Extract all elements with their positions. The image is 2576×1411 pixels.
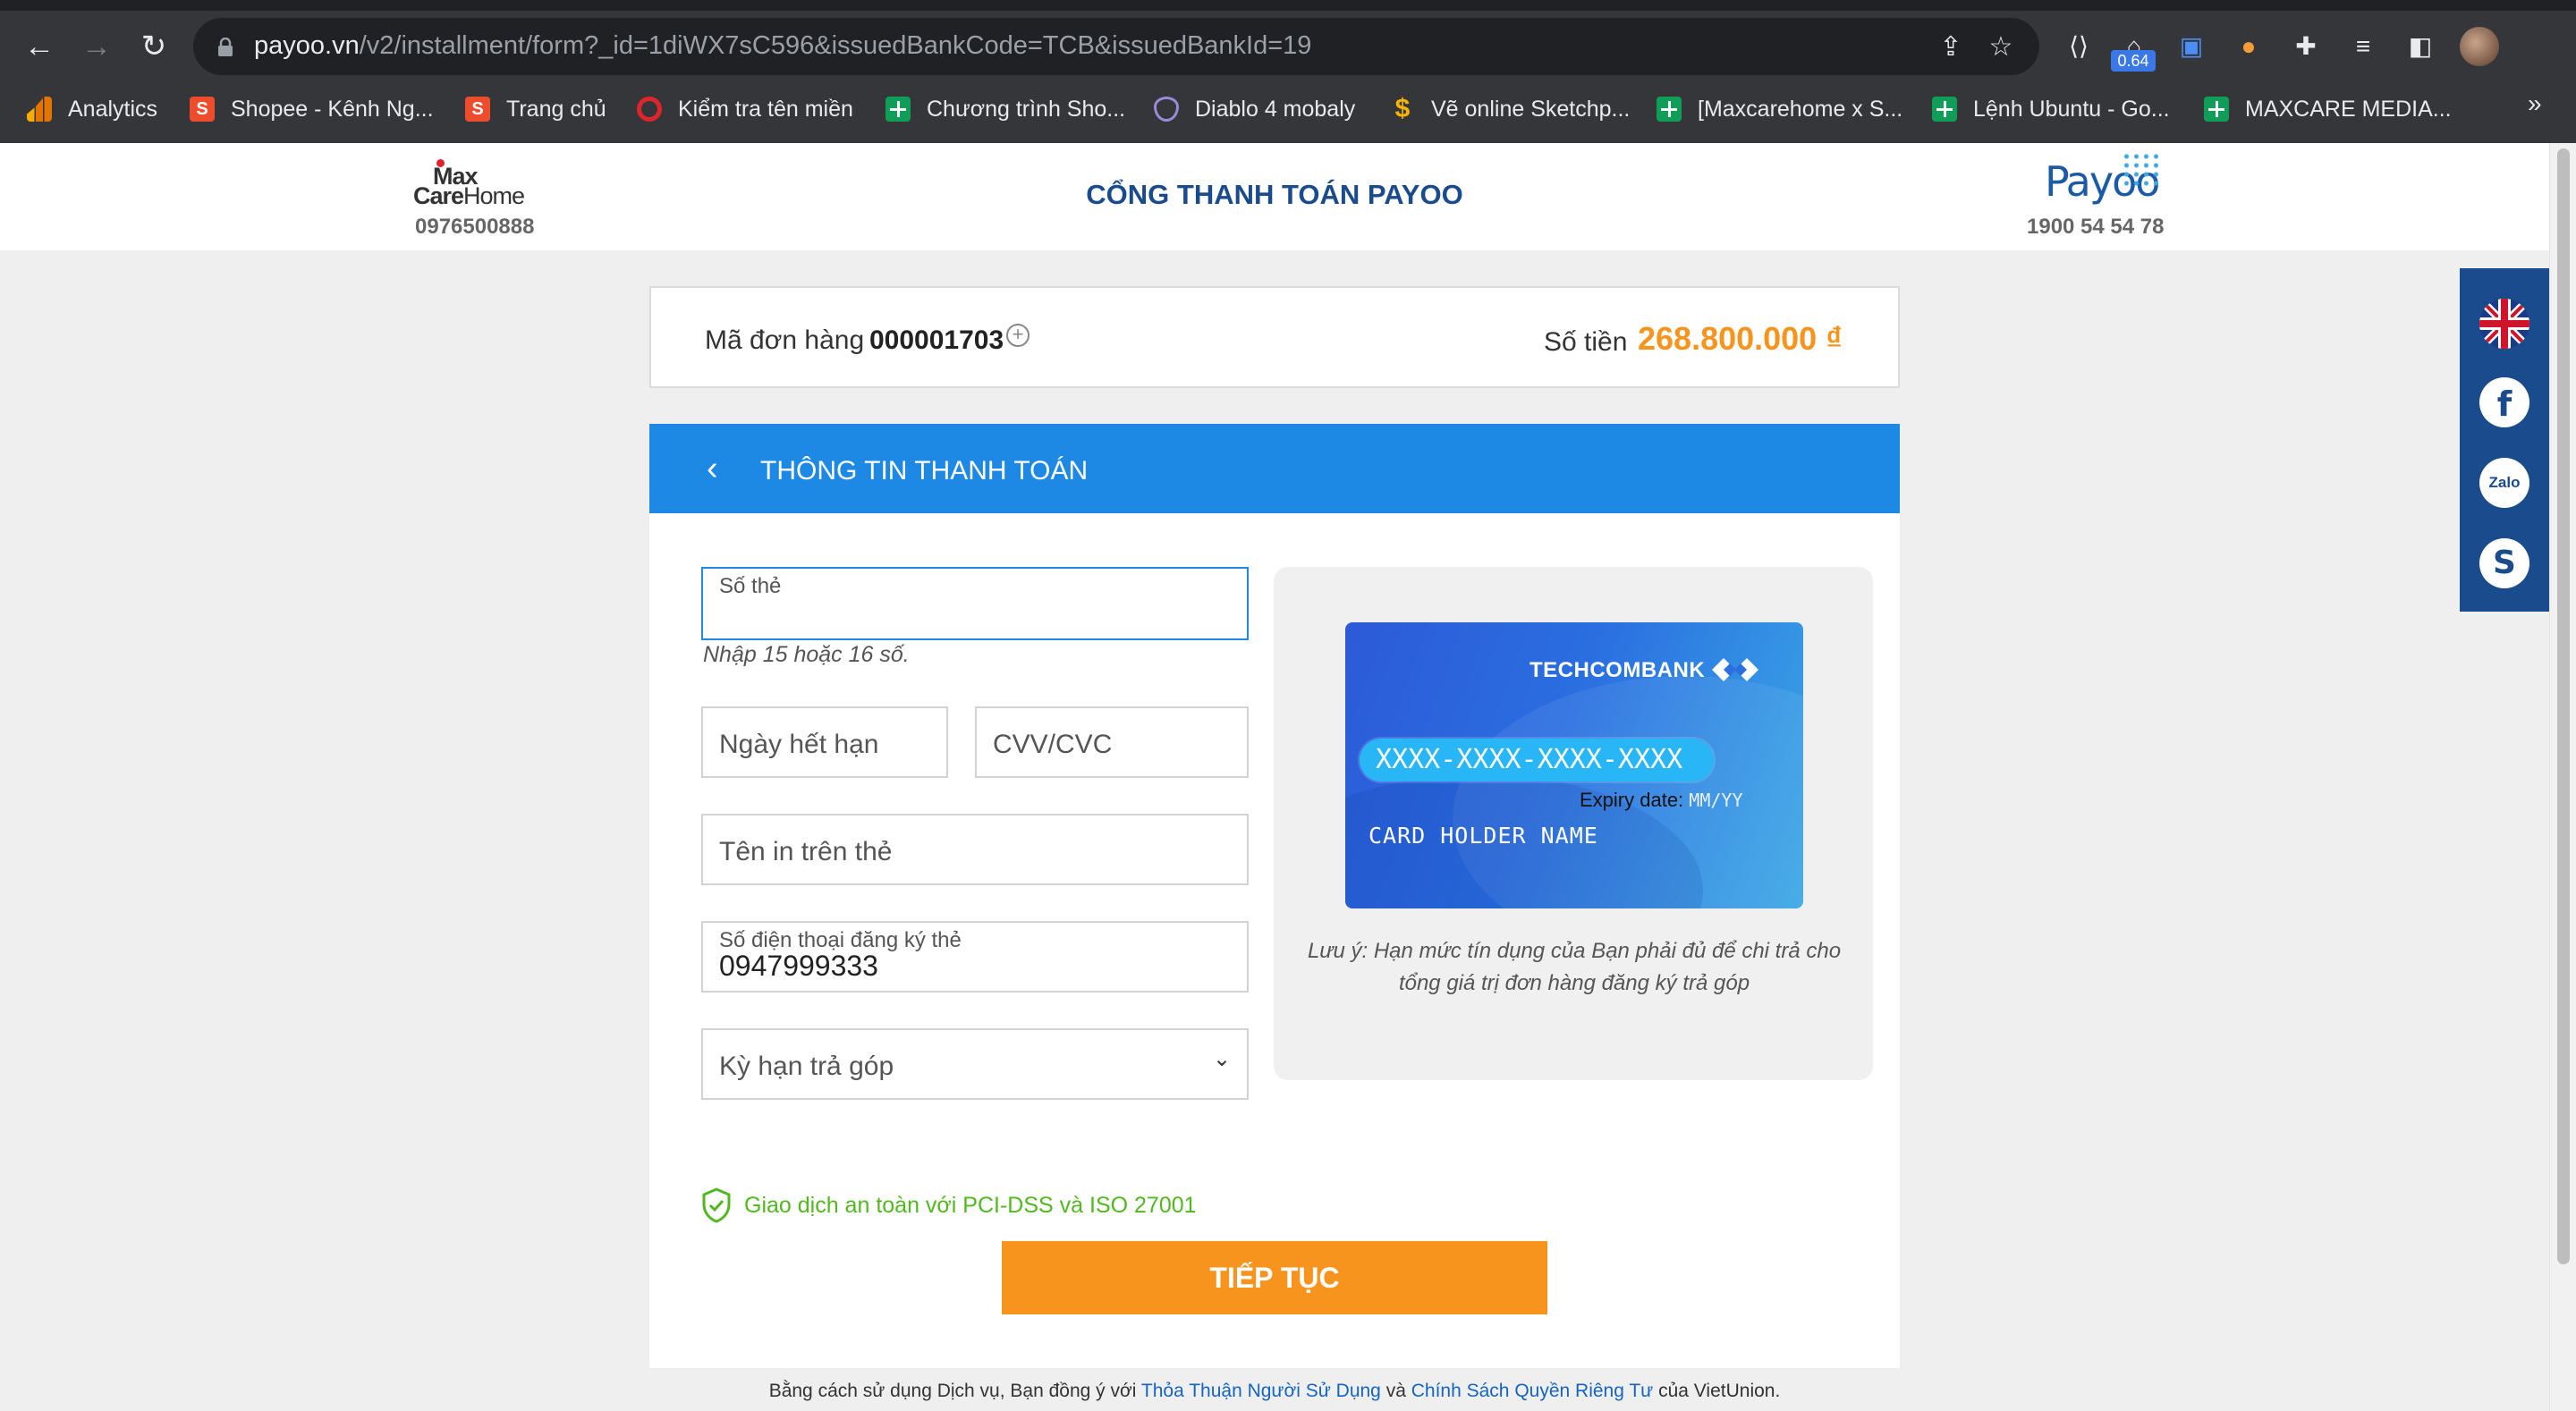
continue-button[interactable]: TIẾP TỤC [1002,1241,1547,1314]
order-id: 000001703 [869,325,1004,355]
sheets-icon [886,97,911,122]
terms-link[interactable]: Thỏa Thuận Người Sử Dụng [1141,1381,1381,1401]
chevron-left-icon[interactable]: ‹ [707,451,739,486]
section-title: THÔNG TIN THANH TOÁN [760,456,1089,486]
shopee-icon: S [190,97,215,122]
merchant-logo[interactable]: Max CareHome [413,156,530,209]
devtools-extension-icon[interactable]: ⟨⟩ [2059,27,2098,66]
plus-circle-icon[interactable]: + [1006,324,1030,347]
card-preview: TECHCOMBANK XXXX-XXXX-XXXX-XXXX Expiry d… [1345,622,1803,908]
extension-badge: 0.64 [2111,50,2156,72]
terms-footer: Bằng cách sử dụng Dịch vụ, Bạn đồng ý vớ… [768,1381,1781,1401]
card-expiry: Expiry date: MM/YY [1580,789,1743,811]
social-sidebar: f Zalo S [2460,268,2549,612]
facebook-icon[interactable]: f [2479,377,2529,427]
sheets-icon [1932,97,1957,122]
skype-icon[interactable]: S [2479,538,2529,588]
bookmark-star-icon[interactable]: ☆ [1986,32,2016,63]
chevron-down-icon: ⌄ [1213,1047,1232,1071]
browser-chrome: ← → ↻ payoo.vn/v2/installment/form?_id=1… [0,0,2576,143]
card-number-hint: Nhập 15 hoặc 16 số. [703,642,910,667]
share-icon[interactable]: ⇪ [1936,32,1966,63]
payoo-sparkle-icon [2122,152,2161,188]
shield-check-icon [702,1187,731,1223]
diablo-icon [1154,97,1179,122]
sketchpad-icon: $ [1394,94,1411,123]
bookmarks-overflow-button[interactable]: » [2528,89,2542,118]
bank-name: TECHCOMBANK [1530,658,1706,682]
security-notice: Giao dịch an toàn với PCI-DSS và ISO 270… [701,1187,1197,1223]
forward-button[interactable]: → [77,27,116,66]
tab-strip [0,0,2576,11]
url-text: payoo.vn/v2/installment/form?_id=1diWX7s… [254,31,1312,60]
reading-list-icon[interactable]: ≡ [2343,27,2383,66]
shopee-icon: S [465,97,490,122]
lock-icon [218,38,233,56]
expiry-date-field[interactable]: Ngày hết hạn [701,706,948,778]
profile-avatar[interactable] [2460,27,2499,66]
card-number-field[interactable]: Số thẻ [701,567,1249,640]
puzzle-extensions-icon[interactable]: ✚ [2286,27,2326,66]
zalo-icon[interactable]: Zalo [2479,458,2529,508]
order-id-label: Mã đơn hàng [705,325,865,355]
translate-extension-icon[interactable]: ▣ [2172,27,2211,66]
cvv-field[interactable]: CVV/CVC [975,706,1249,778]
sheets-icon [2204,97,2229,122]
merchant-phone: 0976500888 [415,215,535,239]
opera-icon [637,97,662,122]
techcombank-logo-icon [1712,658,1758,681]
privacy-link[interactable]: Chính Sách Quyền Riêng Tư [1411,1381,1654,1401]
credit-limit-note: Lưu ý: Hạn mức tín dụng của Bạn phải đủ … [1307,939,1842,995]
bookmark-item[interactable]: Analytics [27,91,157,127]
bookmark-item[interactable]: [Maxcarehome x S... [1657,91,1902,127]
bookmark-item[interactable]: Lệnh Ubuntu - Go... [1932,91,2170,127]
bookmark-item[interactable]: S Trang chủ [465,91,606,127]
page-scrollbar[interactable] [2549,143,2576,1411]
cookie-extension-icon[interactable]: ● [2229,27,2268,66]
reload-button[interactable]: ↻ [134,27,174,66]
card-holder-mask: CARD HOLDER NAME [1368,823,1598,849]
side-panel-icon[interactable]: ◧ [2401,27,2440,66]
amount-value: 268.800.000 ₫ [1638,320,1843,357]
installment-term-select[interactable]: Kỳ hạn trả góp ⌄ [701,1028,1249,1100]
analytics-icon [27,97,52,122]
payoo-logo: Payoo [2045,152,2161,207]
order-summary: Mã đơn hàng 000001703 + Số tiền 268.800.… [649,286,1900,388]
bookmark-item[interactable]: MAXCARE MEDIA... [2204,91,2452,127]
bookmark-item[interactable]: S Shopee - Kênh Ng... [190,91,434,127]
card-number-mask: XXXX-XXXX-XXXX-XXXX [1360,739,1714,782]
back-button[interactable]: ← [20,27,59,66]
cardholder-name-field[interactable]: Tên in trên thẻ [701,814,1249,885]
bookmark-item[interactable]: Chương trình Sho... [886,91,1125,127]
page-title: CỔNG THANH TOÁN PAYOO [1086,179,1463,210]
bookmark-item[interactable]: Diablo 4 mobaly [1154,91,1355,127]
sheets-icon [1657,97,1682,122]
amount-label: Số tiền [1544,327,1628,357]
bookmarks-bar: Analytics S Shopee - Kênh Ng... S Trang ch… [0,86,2576,132]
uk-flag-icon[interactable] [2479,299,2529,349]
bookmark-item[interactable]: Kiểm tra tên miền [637,91,853,127]
address-bar[interactable]: payoo.vn/v2/installment/form?_id=1diWX7s… [193,18,2039,75]
payment-info-header: ‹ THÔNG TIN THANH TOÁN [649,424,1900,513]
phone-field[interactable]: Số điện thoại đăng ký thẻ 0947999333 [701,921,1249,993]
scrollbar-thumb[interactable] [2557,148,2570,1264]
bookmark-item[interactable]: $ Vẽ online Sketchp... [1390,91,1631,127]
payoo-hotline: 1900 54 54 78 [2027,215,2165,239]
